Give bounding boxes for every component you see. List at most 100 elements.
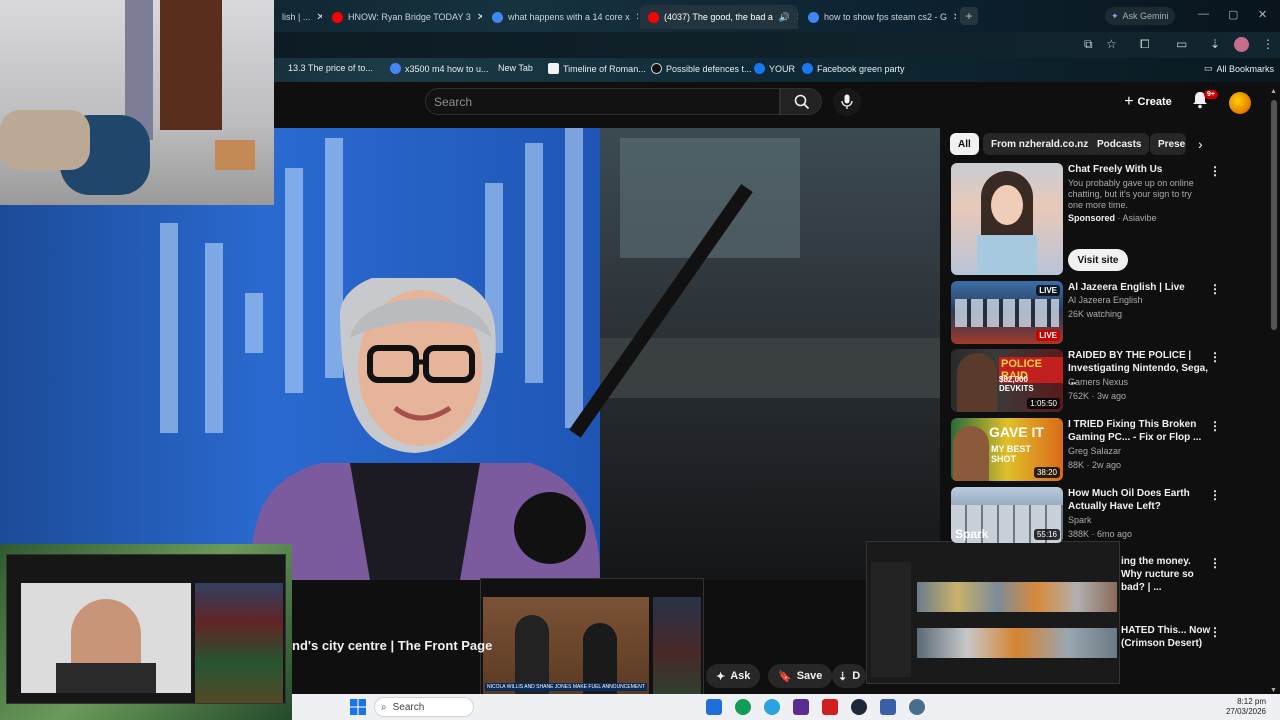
scrollbar-thumb[interactable] <box>1271 100 1277 330</box>
bookmark-item[interactable]: Timeline of Roman... <box>548 63 646 74</box>
save-button[interactable]: 🔖 Save <box>768 664 833 688</box>
bookmark-item[interactable]: Facebook green party <box>802 63 905 74</box>
close-icon[interactable]: ✕ <box>790 12 798 23</box>
close-icon[interactable]: ✕ <box>947 12 956 23</box>
profile-avatar[interactable] <box>1234 37 1249 52</box>
minimize-icon[interactable]: — <box>1198 8 1209 20</box>
sponsored-thumbnail[interactable] <box>951 163 1063 275</box>
ask-button[interactable]: ✦ Ask <box>706 664 761 688</box>
taskbar-search[interactable]: ⌕ Search <box>374 697 474 717</box>
browser-tab-active[interactable]: (4037) The good, the bad a 🔊 ✕ <box>640 5 798 29</box>
close-window-icon[interactable]: ✕ <box>1258 8 1267 21</box>
more-options-icon[interactable]: ⋮ <box>1209 419 1221 433</box>
more-options-icon[interactable]: ⋮ <box>1209 625 1221 639</box>
streamer-webcam-overlay <box>0 544 292 720</box>
voice-search-button[interactable] <box>833 88 861 116</box>
recommendation-item[interactable]: HATED This... Now (Crimson Desert) ⋮ <box>951 624 1271 664</box>
chevron-right-icon[interactable]: › <box>1198 136 1203 152</box>
recommendation-item[interactable]: GAVE IT MY BEST SHOT 38:20 I TRIED Fixin… <box>951 418 1271 481</box>
more-options-icon[interactable]: ⋮ <box>1209 164 1221 178</box>
system-clock[interactable]: 8:12 pm 27/03/2026 <box>1226 697 1266 717</box>
close-icon[interactable]: ✕ <box>471 12 482 23</box>
live-badge: LIVE <box>1036 285 1060 296</box>
telegram-icon[interactable] <box>764 699 780 715</box>
bookmark-item[interactable]: Possible defences t... <box>651 63 752 74</box>
channel-name[interactable]: Al Jazeera English <box>1068 295 1143 305</box>
chip-all[interactable]: All <box>950 133 979 155</box>
media-app-icon[interactable] <box>822 699 838 715</box>
bookmark-item[interactable]: New Tab <box>498 63 533 73</box>
close-icon[interactable]: ✕ <box>630 12 638 23</box>
new-tab-button[interactable]: + <box>960 7 978 25</box>
create-button[interactable]: + Create <box>1119 88 1177 116</box>
more-options-icon[interactable]: ⋮ <box>1209 488 1221 502</box>
video-thumbnail[interactable]: POLICE RAID $82,000 DEVKITS 1:05:50 <box>951 349 1063 412</box>
site-icon <box>651 63 662 74</box>
video-title[interactable]: How Much Oil Does Earth Actually Have Le… <box>1068 487 1208 513</box>
channel-name[interactable]: Greg Salazar <box>1068 446 1121 456</box>
recommendation-item[interactable]: Spark 55:16 How Much Oil Does Earth Actu… <box>951 487 1271 543</box>
more-options-icon[interactable]: ⋮ <box>1209 556 1221 570</box>
search-input[interactable]: Search <box>425 88 780 115</box>
advertiser-name: Asiavibe <box>1122 213 1157 223</box>
page-scrollbar[interactable]: ▲ ▼ <box>1270 88 1278 694</box>
browser-tab[interactable]: how to show fps steam cs2 - G ✕ <box>800 5 956 29</box>
scroll-up-icon[interactable]: ▲ <box>1270 88 1278 95</box>
video-thumbnail[interactable]: Spark 55:16 <box>951 487 1063 543</box>
video-meta: 762K · 3w ago <box>1068 391 1127 401</box>
chip-presented[interactable]: Prese <box>1150 133 1186 155</box>
video-thumbnail[interactable]: GAVE IT MY BEST SHOT 38:20 <box>951 418 1063 481</box>
app-icon[interactable] <box>793 699 809 715</box>
file-explorer-icon[interactable] <box>706 699 722 715</box>
menu-icon[interactable]: ⋮ <box>1262 37 1274 51</box>
ask-gemini-button[interactable]: ✦ Ask Gemini <box>1105 7 1175 25</box>
download-icon[interactable]: ⇣ <box>1210 37 1220 51</box>
channel-name[interactable]: Spark <box>1068 515 1092 525</box>
close-icon[interactable]: ✕ <box>310 12 322 23</box>
channel-name[interactable]: Gamers Nexus <box>1068 377 1128 387</box>
more-options-icon[interactable]: ⋮ <box>1209 282 1221 296</box>
recommendation-item[interactable]: ing the money. Why ructure so bad? | ...… <box>951 555 1271 595</box>
windows-start-icon[interactable] <box>350 699 366 715</box>
sidebar-icon[interactable]: ▭ <box>1176 37 1187 51</box>
chip-podcasts[interactable]: Podcasts <box>1089 133 1150 155</box>
recommendation-item[interactable]: POLICE RAID $82,000 DEVKITS 1:05:50 RAID… <box>951 349 1271 412</box>
download-button[interactable]: ⇣ D <box>832 664 866 688</box>
steam-icon[interactable] <box>851 699 867 715</box>
extensions-icon[interactable]: ⧠ <box>1140 37 1150 52</box>
video-title[interactable]: Al Jazeera English | Live <box>1068 281 1208 294</box>
speaker-icon[interactable]: 🔊 <box>779 12 790 23</box>
video-title[interactable]: ing the money. Why ructure so bad? | ... <box>1121 555 1211 594</box>
user-avatar[interactable] <box>1229 92 1251 114</box>
video-title[interactable]: HATED This... Now (Crimson Desert) <box>1121 624 1211 650</box>
video-meta: 388K · 6mo ago <box>1068 529 1133 539</box>
office-desk <box>600 338 940 398</box>
browser-tab[interactable]: lish | ... ✕ <box>274 5 322 29</box>
video-thumbnail[interactable]: LIVE LIVE <box>951 281 1063 344</box>
recommendation-item[interactable]: LIVE LIVE Al Jazeera English | Live Al J… <box>951 281 1271 344</box>
visit-site-button[interactable]: Visit site <box>1068 249 1128 271</box>
sponsored-title[interactable]: Chat Freely With Us <box>1068 163 1208 176</box>
gamepad-icon[interactable] <box>880 699 896 715</box>
xbox-icon[interactable] <box>735 699 751 715</box>
bookmark-item[interactable]: 13.3 The price of to... <box>288 63 373 73</box>
scroll-down-icon[interactable]: ▼ <box>1270 687 1277 694</box>
more-options-icon[interactable]: ⋮ <box>1209 350 1221 364</box>
browser-tab[interactable]: HNOW: Ryan Bridge TODAY 3 ✕ <box>324 5 482 29</box>
bookmark-item[interactable]: YOUR <box>754 63 795 74</box>
sponsored-item[interactable]: Chat Freely With Us You probably gave up… <box>951 163 1271 275</box>
bookmark-item[interactable]: x3500 m4 how to u... <box>390 63 489 74</box>
browser-tab[interactable]: what happens with a 14 core x ✕ <box>484 5 638 29</box>
all-bookmarks[interactable]: ▭ All Bookmarks <box>1204 63 1274 74</box>
wikipedia-icon <box>548 63 559 74</box>
bookmark-star-icon[interactable]: ☆ <box>1106 37 1117 51</box>
settings-icon[interactable] <box>909 699 925 715</box>
video-title[interactable]: I TRIED Fixing This Broken Gaming PC... … <box>1068 418 1208 444</box>
search-button[interactable] <box>780 88 822 115</box>
download-icon: ⇣ <box>838 670 848 683</box>
chip-from-channel[interactable]: From nzherald.co.nz <box>983 133 1097 155</box>
bookmark-label: Facebook green party <box>817 63 905 74</box>
cast-icon[interactable]: ⧉ <box>1084 37 1093 52</box>
maximize-icon[interactable]: ▢ <box>1228 8 1238 21</box>
tab-title: (4037) The good, the bad a <box>664 12 773 22</box>
